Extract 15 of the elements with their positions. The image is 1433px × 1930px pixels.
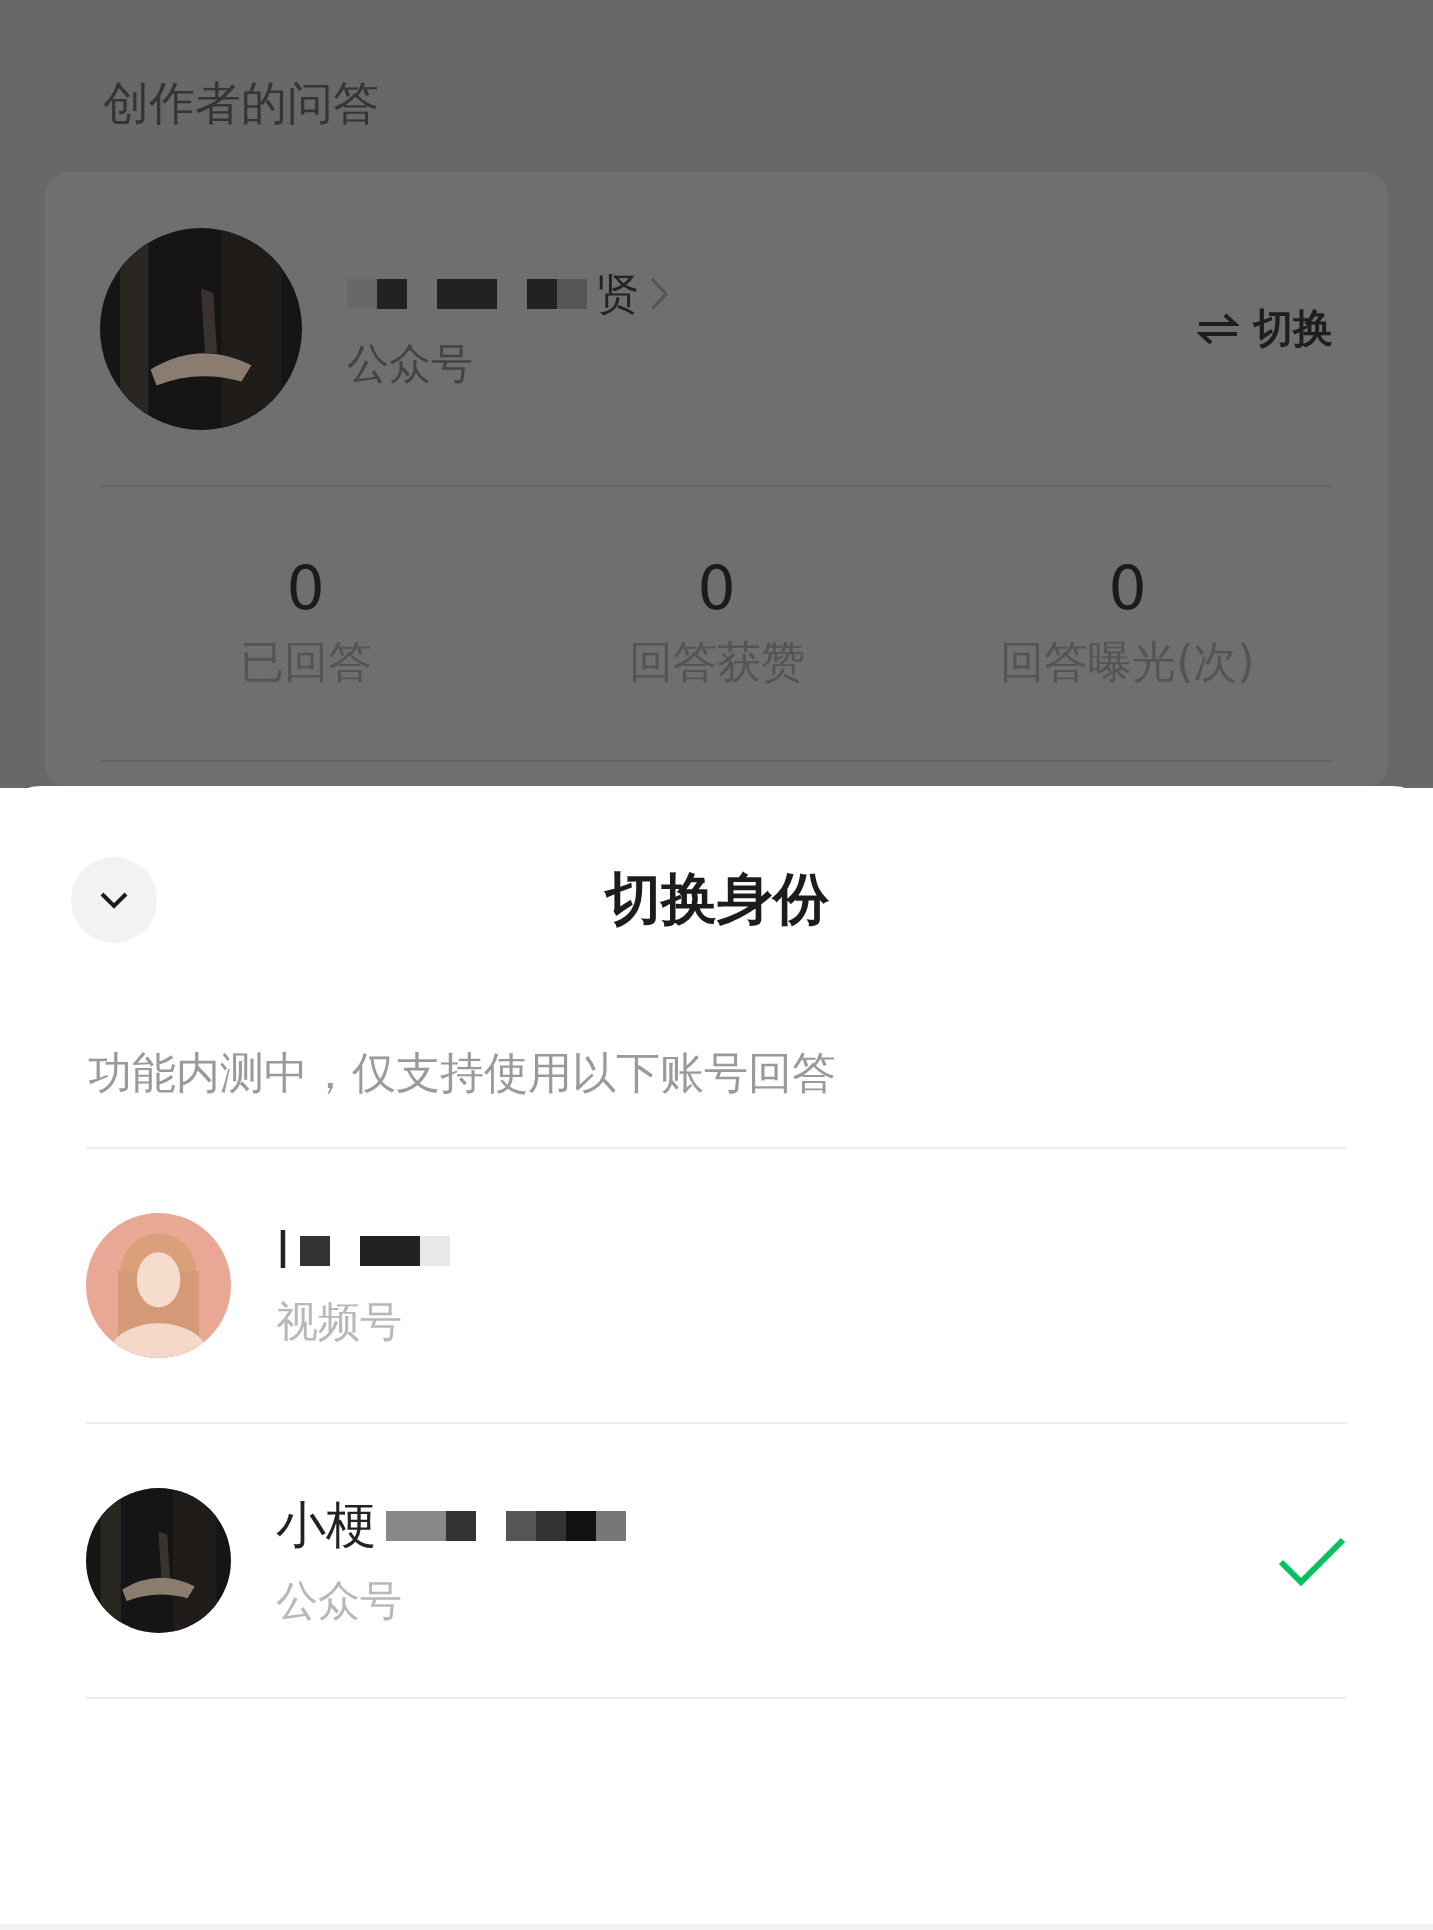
- account-type: 视频号: [276, 1295, 403, 1348]
- stat-value: 0: [1108, 555, 1147, 621]
- hint-text: 功能内测中，仅支持使用以下账号回答: [88, 1046, 837, 1100]
- chevron-right-icon[interactable]: [649, 275, 669, 312]
- account-name: 贤: [597, 267, 639, 320]
- sheet-title: 切换身份: [604, 865, 829, 933]
- account-row[interactable]: 小梗 公众号: [86, 1424, 1347, 1697]
- stat-value: 0: [286, 555, 325, 621]
- stat-value: 0: [697, 555, 736, 621]
- chevron-down-icon: [99, 891, 129, 909]
- switch-arrows-icon: [1197, 312, 1239, 345]
- account-type: 公众号: [276, 1575, 403, 1627]
- account-row[interactable]: l 视频号: [86, 1149, 1347, 1422]
- account-name: 小梗: [276, 1495, 376, 1556]
- account-name: l: [276, 1221, 290, 1280]
